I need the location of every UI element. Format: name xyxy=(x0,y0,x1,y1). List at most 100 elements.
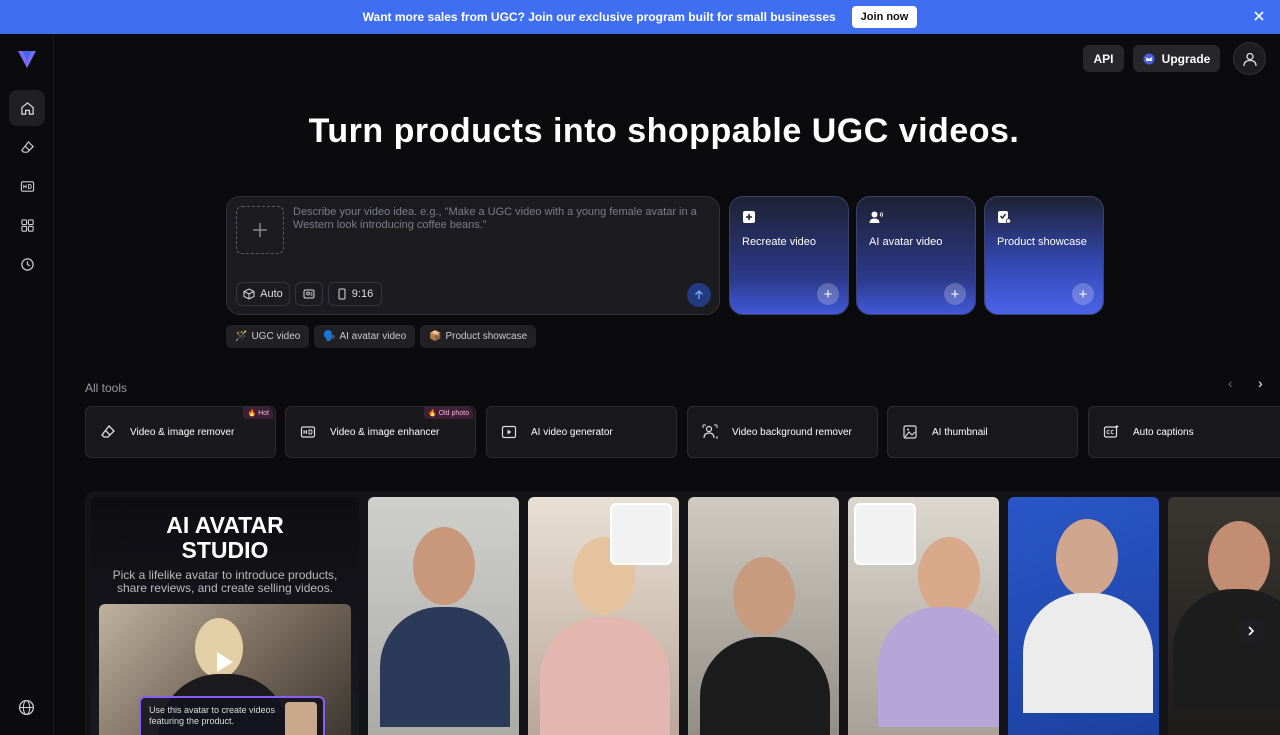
gallery-next-button[interactable] xyxy=(1237,617,1265,645)
mode-product-showcase[interactable]: Product showcase + xyxy=(984,196,1104,315)
hd-icon xyxy=(20,180,34,192)
auto-chip[interactable]: Auto xyxy=(236,282,290,306)
add-icon: + xyxy=(817,283,839,305)
phone-icon xyxy=(338,288,346,300)
close-icon[interactable] xyxy=(1252,9,1266,23)
avatar-video-doctor[interactable] xyxy=(368,497,519,735)
prompt-placeholder[interactable]: Describe your video idea. e.g., "Make a … xyxy=(293,206,703,232)
nav-hd[interactable] xyxy=(9,168,45,204)
avatar-card-icon xyxy=(303,289,315,299)
plus-icon xyxy=(253,223,267,237)
avatar-video-perfume[interactable] xyxy=(528,497,679,735)
package-icon: 📦 xyxy=(429,331,442,342)
avatar-video-unboxing[interactable] xyxy=(848,497,999,735)
clock-icon xyxy=(20,257,34,271)
avatar-picker-chip[interactable] xyxy=(295,282,323,306)
upgrade-button[interactable]: Upgrade xyxy=(1133,45,1220,72)
studio-note-text: Use this avatar to create videos featuri… xyxy=(149,705,276,726)
eraser-icon xyxy=(101,425,115,438)
all-tools-heading: All tools xyxy=(85,381,128,395)
studio-title: AI AVATAR STUDIO xyxy=(91,513,359,563)
studio-subtitle: Pick a lifelike avatar to introduce prod… xyxy=(112,568,338,595)
old-photo-badge: 🔥 Old photo xyxy=(423,407,473,419)
quick-pick-ai-avatar-video[interactable]: 🗣️ AI avatar video xyxy=(314,325,416,348)
upgrade-label: Upgrade xyxy=(1161,51,1211,66)
product-inset xyxy=(854,503,916,565)
chevron-right-icon[interactable]: › xyxy=(1258,375,1263,391)
mode-label: Recreate video xyxy=(742,236,816,248)
studio-title-line-2: STUDIO xyxy=(181,537,269,563)
add-icon: + xyxy=(1072,283,1094,305)
nav-history[interactable] xyxy=(9,246,45,282)
hero-title: Turn products into shoppable UGC videos. xyxy=(308,112,1020,150)
person-cutout-icon xyxy=(702,424,718,439)
chevron-right-icon xyxy=(1248,626,1255,636)
eraser-icon xyxy=(20,140,34,153)
nav-apps[interactable] xyxy=(9,207,45,243)
tool-auto-captions[interactable]: Auto captions xyxy=(1088,406,1280,458)
tool-video-image-enhancer[interactable]: Video & image enhancer 🔥 Old photo xyxy=(285,406,476,458)
globe-icon[interactable] xyxy=(18,699,35,716)
tool-label: Auto captions xyxy=(1133,426,1194,438)
home-icon xyxy=(20,101,34,115)
ratio-label: 9:16 xyxy=(351,288,374,300)
arrow-up-icon xyxy=(695,290,703,299)
hd-icon xyxy=(300,426,316,438)
tool-video-background-remover[interactable]: Video background remover xyxy=(687,406,878,458)
product-thumbnail xyxy=(285,702,317,735)
cc-icon xyxy=(1103,425,1119,438)
product-icon xyxy=(998,211,1011,224)
avatar-speak-icon xyxy=(869,211,883,223)
upload-button[interactable] xyxy=(236,206,284,254)
ai-avatar-studio-card[interactable]: AI AVATAR STUDIO Pick a lifelike avatar … xyxy=(91,497,359,735)
hot-badge: 🔥 Hot xyxy=(243,407,273,419)
tool-label: Video background remover xyxy=(732,426,852,438)
quick-pick-label: UGC video xyxy=(251,331,301,342)
tool-label: Video & image enhancer xyxy=(330,426,440,438)
chevron-left-icon[interactable]: ‹ xyxy=(1228,375,1233,391)
mode-label: Product showcase xyxy=(997,236,1087,248)
studio-title-line-1: AI AVATAR xyxy=(166,512,284,538)
tool-label: AI video generator xyxy=(531,426,613,438)
tool-ai-thumbnail[interactable]: AI thumbnail xyxy=(887,406,1078,458)
user-icon xyxy=(1242,52,1257,66)
user-avatar-button[interactable] xyxy=(1233,42,1266,75)
crown-icon xyxy=(1143,53,1155,64)
wand-icon: 🪄 xyxy=(235,331,248,342)
tool-video-image-remover[interactable]: Video & image remover 🔥 Hot xyxy=(85,406,276,458)
avatar-gallery: AI AVATAR STUDIO Pick a lifelike avatar … xyxy=(85,491,1280,735)
grid-icon xyxy=(20,218,34,232)
quick-pick-ugc-video[interactable]: 🪄 UGC video xyxy=(226,325,310,348)
promo-banner: Want more sales from UGC? Join our exclu… xyxy=(0,0,1280,34)
mode-label: AI avatar video xyxy=(869,236,943,248)
add-icon: + xyxy=(944,283,966,305)
join-now-button[interactable]: Join now xyxy=(851,6,918,28)
sidebar xyxy=(0,34,54,735)
nav-home[interactable] xyxy=(9,90,45,126)
quick-pick-label: Product showcase xyxy=(445,331,528,342)
quick-pick-label: AI avatar video xyxy=(339,331,407,342)
recreate-icon xyxy=(743,211,755,223)
mode-ai-avatar-video[interactable]: AI avatar video + xyxy=(856,196,976,315)
aspect-ratio-chip[interactable]: 9:16 xyxy=(328,282,382,306)
speaking-head-icon: 🗣️ xyxy=(323,331,336,342)
avatar-video-car[interactable] xyxy=(688,497,839,735)
send-button[interactable] xyxy=(687,283,711,307)
play-box-icon xyxy=(501,425,517,439)
avatar-video-fitness[interactable] xyxy=(1168,497,1280,735)
tool-label: AI thumbnail xyxy=(932,426,988,438)
banner-message: Want more sales from UGC? Join our exclu… xyxy=(362,10,836,24)
auto-label: Auto xyxy=(260,288,283,300)
product-inset xyxy=(610,503,672,565)
nav-eraser[interactable] xyxy=(9,129,45,165)
app-logo-icon[interactable] xyxy=(16,48,38,70)
avatar-video-interview[interactable] xyxy=(1008,497,1159,735)
quick-pick-product-showcase[interactable]: 📦 Product showcase xyxy=(420,325,537,348)
api-button[interactable]: API xyxy=(1083,45,1124,72)
image-sparkle-icon xyxy=(903,425,917,439)
mode-recreate-video[interactable]: Recreate video + xyxy=(729,196,849,315)
prompt-box[interactable]: Describe your video idea. e.g., "Make a … xyxy=(226,196,720,315)
studio-note: Use this avatar to create videos featuri… xyxy=(139,696,325,735)
play-icon[interactable] xyxy=(217,652,233,672)
tool-ai-video-generator[interactable]: AI video generator xyxy=(486,406,677,458)
